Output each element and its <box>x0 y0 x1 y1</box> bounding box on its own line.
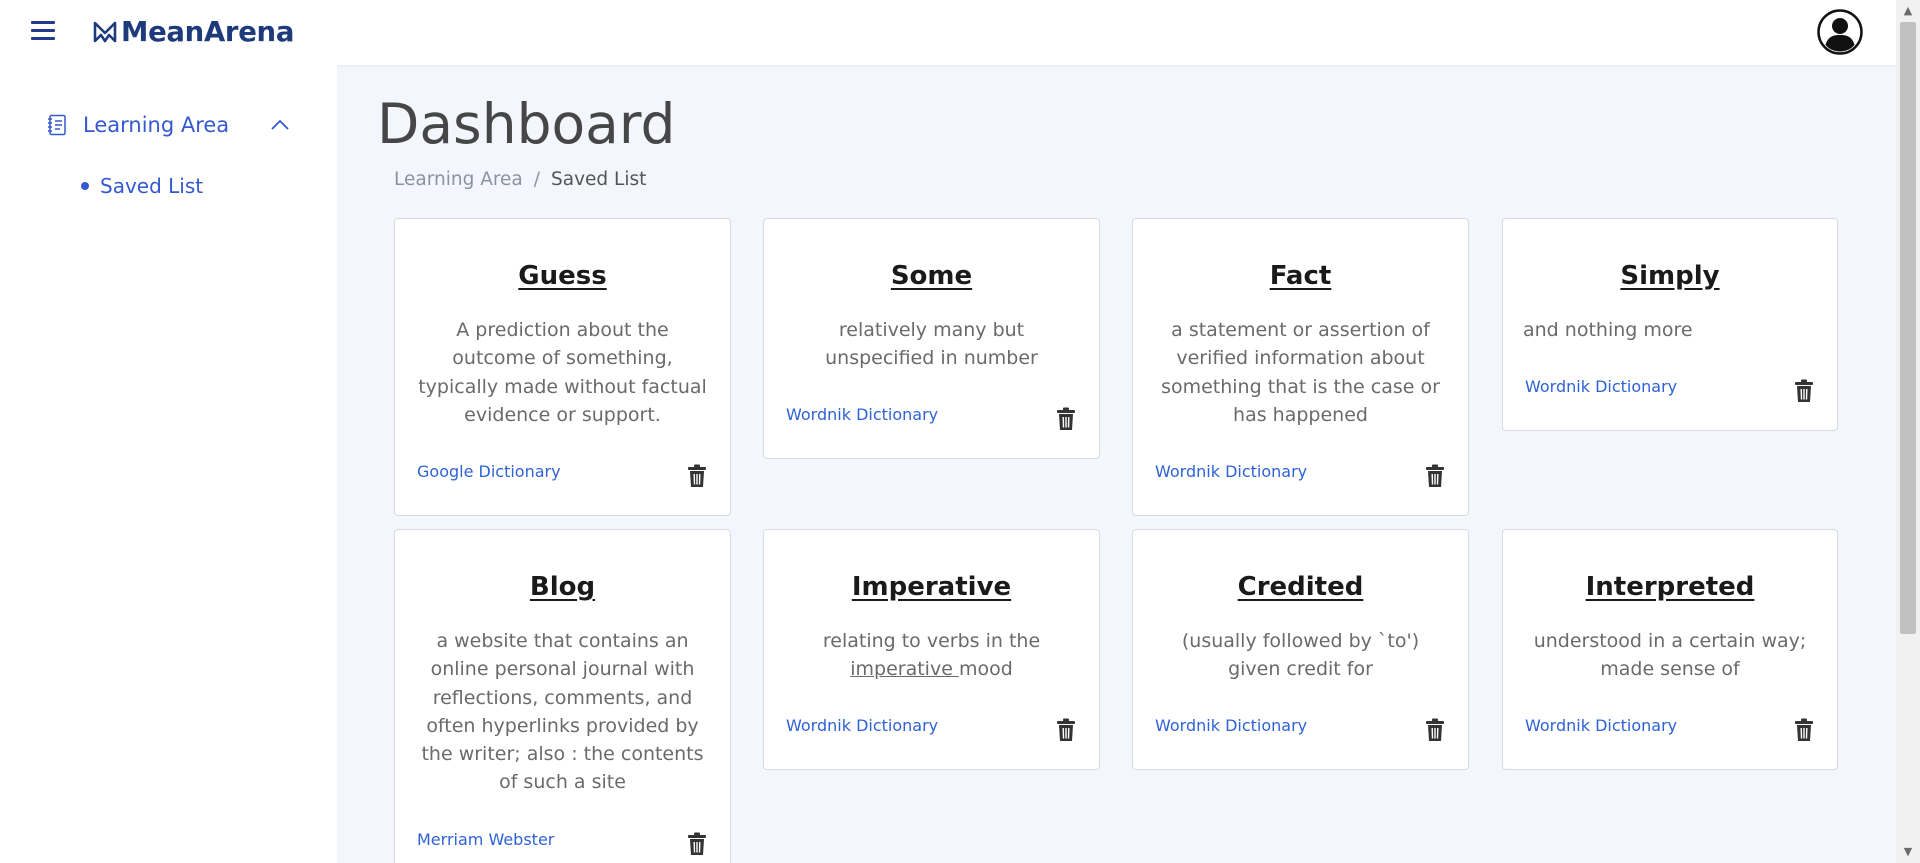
sidebar-item-saved-list[interactable]: Saved List <box>81 171 203 201</box>
word-definition: A prediction about the outcome of someth… <box>418 319 707 426</box>
sidebar-item-label: Saved List <box>100 174 204 198</box>
sidebar: Learning Area Saved List <box>0 65 337 863</box>
meanarena-logo-icon <box>93 21 117 43</box>
word-definition: a statement or assertion of verified inf… <box>1161 319 1440 426</box>
dictionary-source-link[interactable]: Merriam Webster <box>417 830 554 849</box>
word-title: Interpreted <box>1585 572 1755 602</box>
dictionary-source-link[interactable]: Google Dictionary <box>417 462 561 481</box>
dictionary-source-link[interactable]: Wordnik Dictionary <box>1525 377 1677 396</box>
page-scrollbar[interactable]: ▲ ▼ <box>1896 0 1920 863</box>
word-card-credited: Credited (usually followed by `to') give… <box>1132 529 1469 770</box>
word-definition: a website that contains an online person… <box>421 630 704 794</box>
word-card-fact: Fact a statement or assertion of verifie… <box>1132 218 1469 516</box>
trash-icon[interactable] <box>1055 407 1077 431</box>
dictionary-source-link[interactable]: Wordnik Dictionary <box>786 716 938 735</box>
word-title: Imperative <box>851 572 1012 602</box>
definition-text-suffix: mood <box>958 658 1013 681</box>
word-card-interpreted: Interpreted understood in a certain way;… <box>1502 529 1838 770</box>
word-card-imperative: Imperative relating to verbs in the impe… <box>763 529 1100 770</box>
word-title: Credited <box>1237 572 1364 602</box>
sidebar-group-label: Learning Area <box>83 113 230 137</box>
brand-name: MeanArena <box>121 16 295 48</box>
breadcrumb-link-learning-area[interactable]: Learning Area <box>394 169 523 190</box>
scroll-up-arrow-icon[interactable]: ▲ <box>1896 0 1920 22</box>
active-dot-icon <box>81 182 89 190</box>
word-card-some: Some relatively many but unspecified in … <box>763 218 1100 459</box>
top-header: MeanArena <box>0 0 1896 65</box>
breadcrumb: Learning Area / Saved List <box>394 169 646 190</box>
dictionary-source-link[interactable]: Wordnik Dictionary <box>1155 716 1307 735</box>
trash-icon[interactable] <box>1793 718 1815 742</box>
page-title: Dashboard <box>377 92 676 156</box>
definition-text-prefix: relating to verbs in the <box>822 630 1041 652</box>
dictionary-source-link[interactable]: Wordnik Dictionary <box>1525 716 1677 735</box>
word-definition: understood in a certain way; made sense … <box>1533 630 1807 681</box>
trash-icon[interactable] <box>1424 464 1446 488</box>
trash-icon[interactable] <box>686 464 708 488</box>
word-definition: (usually followed by `to') given credit … <box>1181 630 1420 681</box>
scroll-thumb[interactable] <box>1900 22 1916 634</box>
word-title: Some <box>890 261 973 291</box>
dictionary-source-link[interactable]: Wordnik Dictionary <box>1155 462 1307 481</box>
trash-icon[interactable] <box>1424 718 1446 742</box>
trash-icon[interactable] <box>1793 379 1815 403</box>
word-title: Blog <box>529 572 596 602</box>
word-card-guess: Guess A prediction about the outcome of … <box>394 218 731 516</box>
word-card-blog: Blog a website that contains an online p… <box>394 529 731 863</box>
dictionary-source-link[interactable]: Wordnik Dictionary <box>786 405 938 424</box>
scroll-down-arrow-icon[interactable]: ▼ <box>1896 841 1920 863</box>
word-card-simply: Simply and nothing more Wordnik Dictiona… <box>1502 218 1838 431</box>
notebook-icon <box>48 114 66 136</box>
definition-link-imperative[interactable]: imperative <box>850 658 959 680</box>
word-definition: relatively many but unspecified in numbe… <box>825 319 1038 370</box>
sidebar-group-learning-area[interactable]: Learning Area <box>45 107 295 143</box>
word-definition: relating to verbs in the imperative mood <box>784 627 1079 684</box>
user-avatar-icon[interactable] <box>1817 9 1863 55</box>
word-title: Simply <box>1620 261 1720 291</box>
word-title: Fact <box>1269 261 1332 291</box>
word-title: Guess <box>518 261 607 291</box>
hamburger-menu-icon[interactable] <box>31 21 57 43</box>
trash-icon[interactable] <box>1055 718 1077 742</box>
breadcrumb-separator: / <box>533 169 541 190</box>
word-definition: and nothing more <box>1523 319 1693 341</box>
breadcrumb-current: Saved List <box>551 169 647 190</box>
chevron-up-icon[interactable] <box>269 115 291 135</box>
trash-icon[interactable] <box>686 832 708 856</box>
brand[interactable]: MeanArena <box>92 14 294 50</box>
